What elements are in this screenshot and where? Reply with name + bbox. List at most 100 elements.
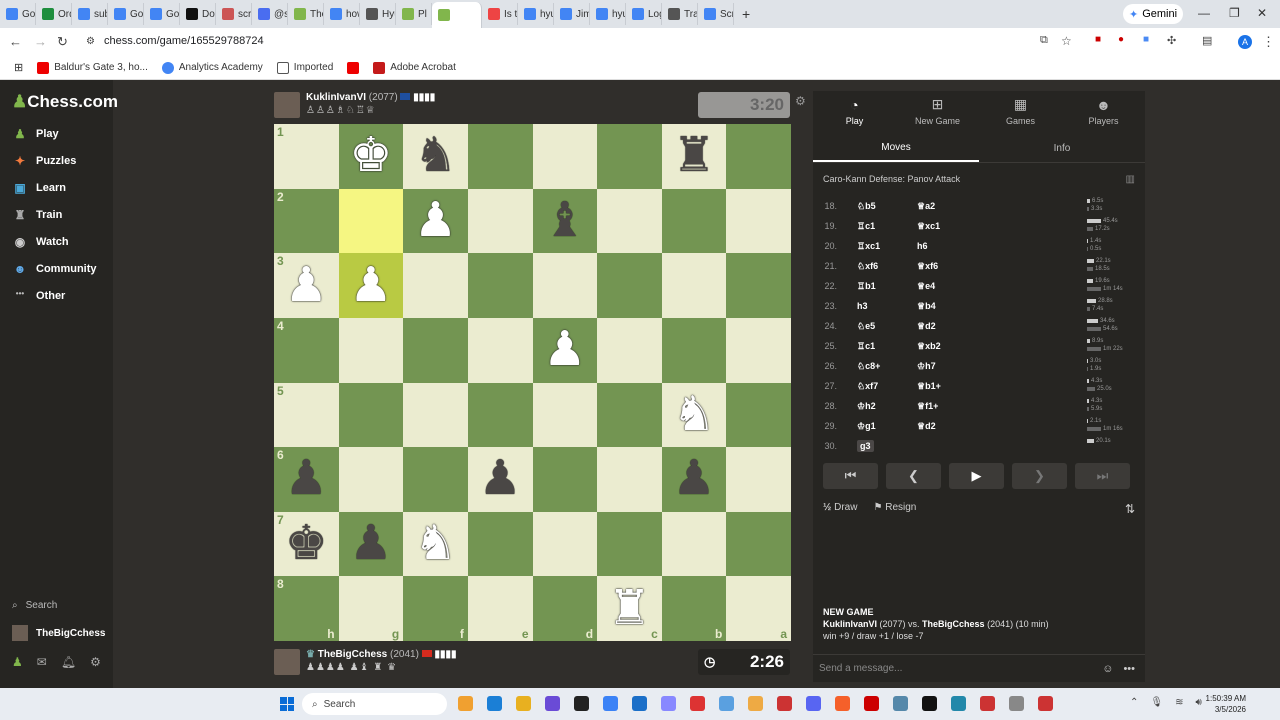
- board-square[interactable]: ♝: [532, 188, 598, 254]
- previous-move-button[interactable]: ❮: [886, 463, 941, 489]
- url-field[interactable]: chess.com/game/165529788724: [104, 35, 264, 47]
- black-move[interactable]: ♕f1+: [907, 401, 967, 412]
- board-square[interactable]: [726, 124, 791, 189]
- board-square[interactable]: [467, 253, 533, 318]
- black-knight-icon[interactable]: ♞: [414, 132, 457, 180]
- white-move[interactable]: ♘xf6: [857, 261, 878, 271]
- board-square[interactable]: [532, 124, 598, 189]
- opening-name[interactable]: Caro-Kann Defense: Panov Attack: [823, 174, 960, 184]
- taskbar-search[interactable]: ⌕ Search: [302, 693, 447, 715]
- menu-dots-icon[interactable]: ⋮: [1262, 34, 1275, 50]
- board-square[interactable]: ♟: [467, 447, 533, 512]
- taskbar-app-icon[interactable]: [487, 696, 502, 711]
- extension-icon[interactable]: ●: [1118, 34, 1124, 45]
- board-settings-gear-icon[interactable]: ⚙: [795, 94, 806, 108]
- white-rook-icon[interactable]: ♜: [608, 584, 651, 633]
- tab-games[interactable]: ▦ Games: [979, 91, 1062, 131]
- board-square[interactable]: ♜: [661, 124, 727, 189]
- taskbar-app-icon[interactable]: [893, 696, 908, 711]
- browser-tab[interactable]: Goog: [0, 3, 36, 25]
- extensions-puzzle-icon[interactable]: ✣: [1167, 34, 1176, 47]
- sidebar-item-play[interactable]: ♟ Play: [12, 127, 59, 141]
- profile-avatar-icon[interactable]: A: [1238, 35, 1252, 49]
- taskbar-app-icon[interactable]: [1038, 696, 1053, 711]
- taskbar-app-icon[interactable]: [980, 696, 995, 711]
- board-square[interactable]: [597, 124, 662, 189]
- white-move[interactable]: g3: [857, 440, 874, 452]
- first-move-button[interactable]: ⏮: [823, 463, 878, 489]
- white-move[interactable]: ♘e5: [857, 321, 875, 331]
- browser-tab[interactable]: scrabl: [216, 3, 252, 25]
- speaker-icon[interactable]: 🔊︎: [1195, 697, 1201, 708]
- site-info-icon[interactable]: ⚙: [86, 36, 95, 47]
- board-square[interactable]: [467, 382, 533, 448]
- board-square[interactable]: 1: [274, 124, 339, 189]
- browser-tab[interactable]: Docto: [180, 3, 216, 25]
- board-square[interactable]: [403, 382, 468, 448]
- board-square[interactable]: ♟: [338, 511, 404, 577]
- bookmark-item[interactable]: [347, 61, 360, 74]
- taskbar-app-icon[interactable]: [806, 696, 821, 711]
- black-move[interactable]: ♕d2: [907, 321, 967, 332]
- board-square[interactable]: [338, 447, 404, 512]
- browser-tab[interactable]: @sof: [252, 3, 288, 25]
- browser-tab[interactable]: subw: [72, 3, 108, 25]
- white-move[interactable]: ♖xc1: [857, 241, 880, 251]
- chevron-up-icon[interactable]: ⌃: [1130, 697, 1138, 708]
- tab-info[interactable]: Info: [979, 135, 1145, 162]
- windows-start-icon[interactable]: [280, 697, 294, 711]
- browser-tab[interactable]: Pl: [396, 3, 432, 25]
- bookmark-item[interactable]: Analytics Academy: [161, 61, 263, 74]
- sidebar-search[interactable]: ⌕ Search: [12, 600, 57, 611]
- board-square[interactable]: [403, 253, 468, 318]
- board-square[interactable]: [597, 188, 662, 254]
- black-pawn-icon[interactable]: ♟: [285, 455, 328, 503]
- last-move-button[interactable]: ⏭: [1075, 463, 1130, 489]
- flip-board-icon[interactable]: ⇅: [1125, 502, 1135, 516]
- black-move[interactable]: ♔h7: [907, 361, 967, 372]
- board-square[interactable]: ♞: [661, 382, 727, 448]
- settings-gear-icon[interactable]: ⚙: [90, 655, 101, 669]
- extension-icon[interactable]: ■: [1095, 34, 1101, 45]
- taskbar-app-icon[interactable]: [661, 696, 676, 711]
- browser-tab[interactable]: Login: [626, 3, 662, 25]
- taskbar-app-icon[interactable]: [719, 696, 734, 711]
- player-name[interactable]: TheBigCchess: [318, 649, 387, 660]
- board-square[interactable]: ♞: [403, 511, 468, 577]
- install-app-icon[interactable]: ⧉: [1040, 34, 1048, 47]
- minimize-icon[interactable]: —: [1198, 6, 1210, 20]
- gemini-button[interactable]: ✦ Gemini: [1123, 4, 1183, 24]
- more-options-icon[interactable]: •••: [1123, 663, 1135, 675]
- board-square[interactable]: [467, 124, 533, 189]
- white-move[interactable]: ♘xf7: [857, 381, 878, 391]
- black-move[interactable]: ♕a2: [907, 201, 967, 212]
- black-bishop-icon[interactable]: ♝: [543, 196, 586, 245]
- browser-tab[interactable]: Is the: [482, 3, 518, 25]
- play-button[interactable]: ▶: [949, 463, 1004, 489]
- white-king-icon[interactable]: ♚: [349, 132, 392, 180]
- board-square[interactable]: [467, 317, 533, 383]
- taskbar-app-icon[interactable]: [951, 696, 966, 711]
- black-move[interactable]: ♕xb2: [907, 341, 967, 352]
- white-move[interactable]: ♖b1: [857, 281, 876, 291]
- board-square[interactable]: 4: [274, 317, 339, 383]
- board-square[interactable]: b: [661, 576, 727, 641]
- sidebar-item-train[interactable]: ♜ Train: [12, 208, 63, 222]
- board-square[interactable]: 5: [274, 382, 339, 448]
- board-square[interactable]: [726, 188, 791, 254]
- wifi-icon[interactable]: ≋: [1175, 697, 1183, 708]
- board-square[interactable]: [726, 382, 791, 448]
- browser-tab[interactable]: Goog: [108, 3, 144, 25]
- board-square[interactable]: ♞: [403, 124, 468, 189]
- white-move[interactable]: ♖c1: [857, 341, 875, 351]
- white-pawn-icon[interactable]: ♟: [349, 261, 392, 310]
- black-move[interactable]: ♕b4: [907, 301, 967, 312]
- emoji-icon[interactable]: ☺: [1102, 663, 1113, 675]
- board-square[interactable]: [726, 447, 791, 512]
- sidebar-item-other[interactable]: ••• Other: [12, 289, 66, 303]
- next-move-button[interactable]: ❯: [1012, 463, 1067, 489]
- board-square[interactable]: [661, 317, 727, 383]
- browser-tab[interactable]: Track: [662, 3, 698, 25]
- restore-icon[interactable]: ❐: [1229, 6, 1240, 20]
- black-pawn-icon[interactable]: ♟: [673, 455, 716, 503]
